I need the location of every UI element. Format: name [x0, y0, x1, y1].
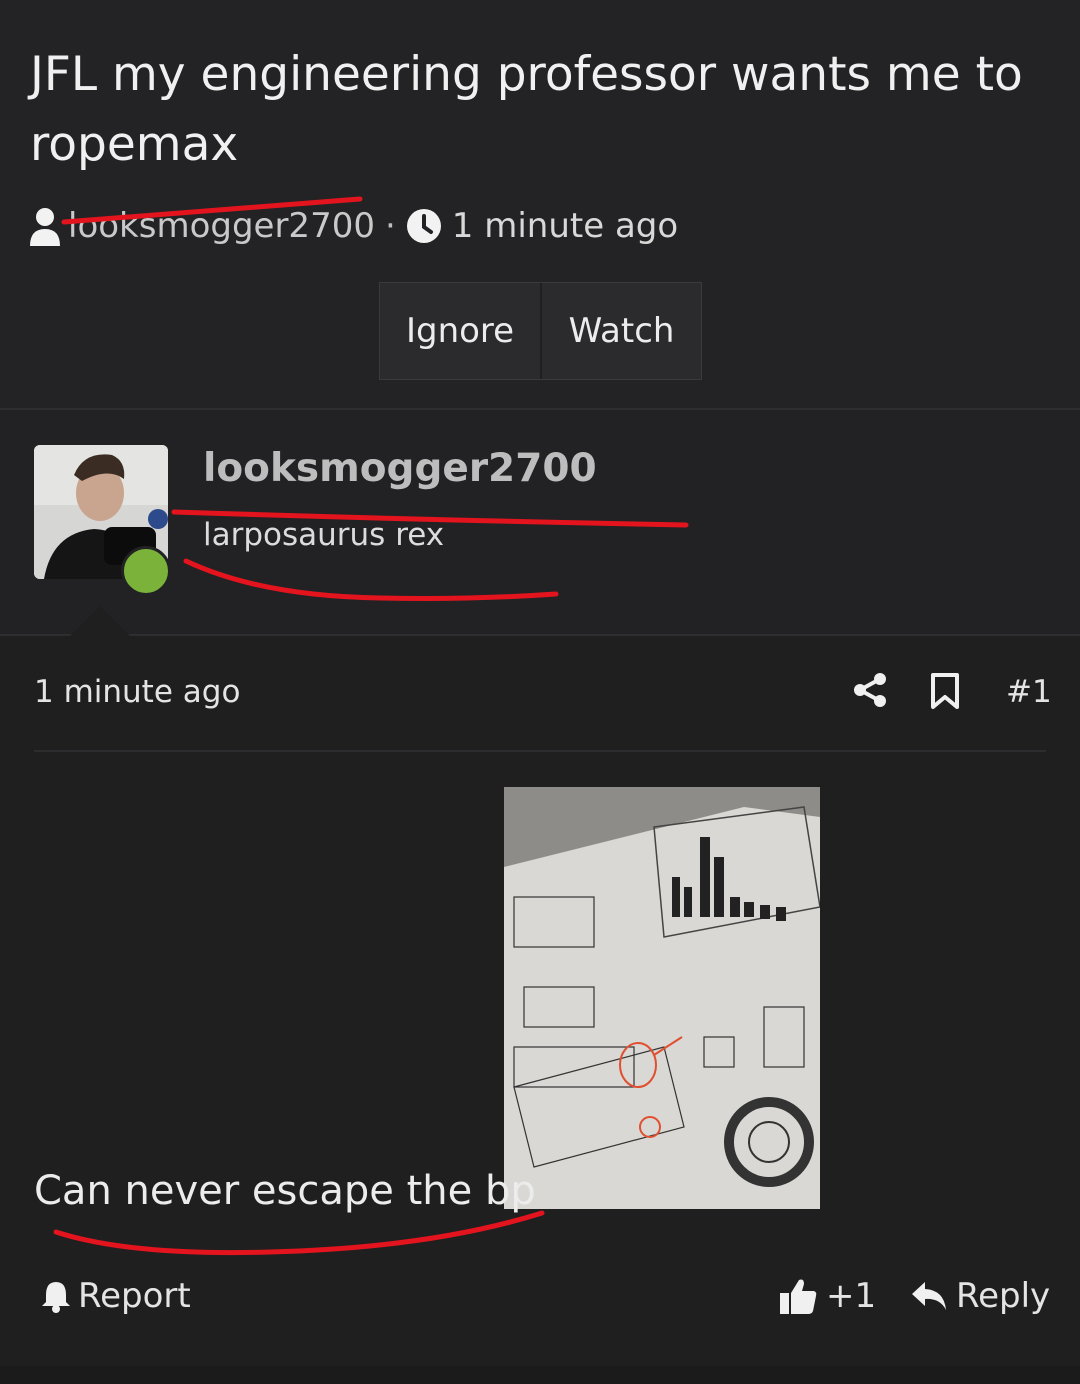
post-divider: [34, 750, 1046, 752]
post: 1 minute ago #1 Can never escape the bp …: [0, 606, 1080, 1366]
bookmark-icon[interactable]: [930, 672, 960, 710]
thread-actions: Ignore Watch: [379, 282, 702, 380]
reply-label: Reply: [956, 1276, 1051, 1316]
thread-header: JFL my engineering professor wants me to…: [0, 0, 1080, 408]
post-attachment-image[interactable]: [504, 787, 820, 1209]
post-author-block: looksmogger2700 larposaurus rex: [0, 410, 1080, 635]
share-icon[interactable]: [852, 672, 888, 708]
user-icon: [30, 208, 60, 246]
report-label: Report: [78, 1276, 191, 1316]
online-indicator: [121, 546, 171, 596]
thread-title: JFL my engineering professor wants me to…: [30, 47, 1023, 172]
post-time[interactable]: 1 minute ago: [34, 674, 240, 710]
meta-separator: ·: [384, 206, 396, 246]
like-count: +1: [826, 1276, 877, 1316]
watch-button[interactable]: Watch: [540, 283, 701, 379]
user-title: larposaurus rex: [203, 517, 445, 553]
author-pointer: [70, 606, 130, 636]
like-button[interactable]: +1: [778, 1276, 876, 1316]
clock-icon: [406, 209, 441, 243]
thread-meta: looksmogger2700 · 1 minute ago: [28, 204, 678, 248]
post-body-text: Can never escape the bp: [34, 1168, 536, 1214]
thread-time[interactable]: 1 minute ago: [452, 206, 678, 246]
post-author-username[interactable]: looksmogger2700: [203, 446, 597, 491]
thumbs-up-icon: [780, 1279, 817, 1314]
post-number[interactable]: #1: [1006, 674, 1052, 710]
bottom-divider: [0, 1366, 1080, 1384]
reply-button[interactable]: Reply: [910, 1276, 1050, 1316]
bell-icon: [42, 1282, 70, 1313]
reply-icon: [912, 1282, 946, 1310]
ignore-button[interactable]: Ignore: [380, 283, 540, 379]
thread-author-link[interactable]: looksmogger2700: [68, 206, 375, 246]
report-button[interactable]: Report: [40, 1276, 191, 1316]
